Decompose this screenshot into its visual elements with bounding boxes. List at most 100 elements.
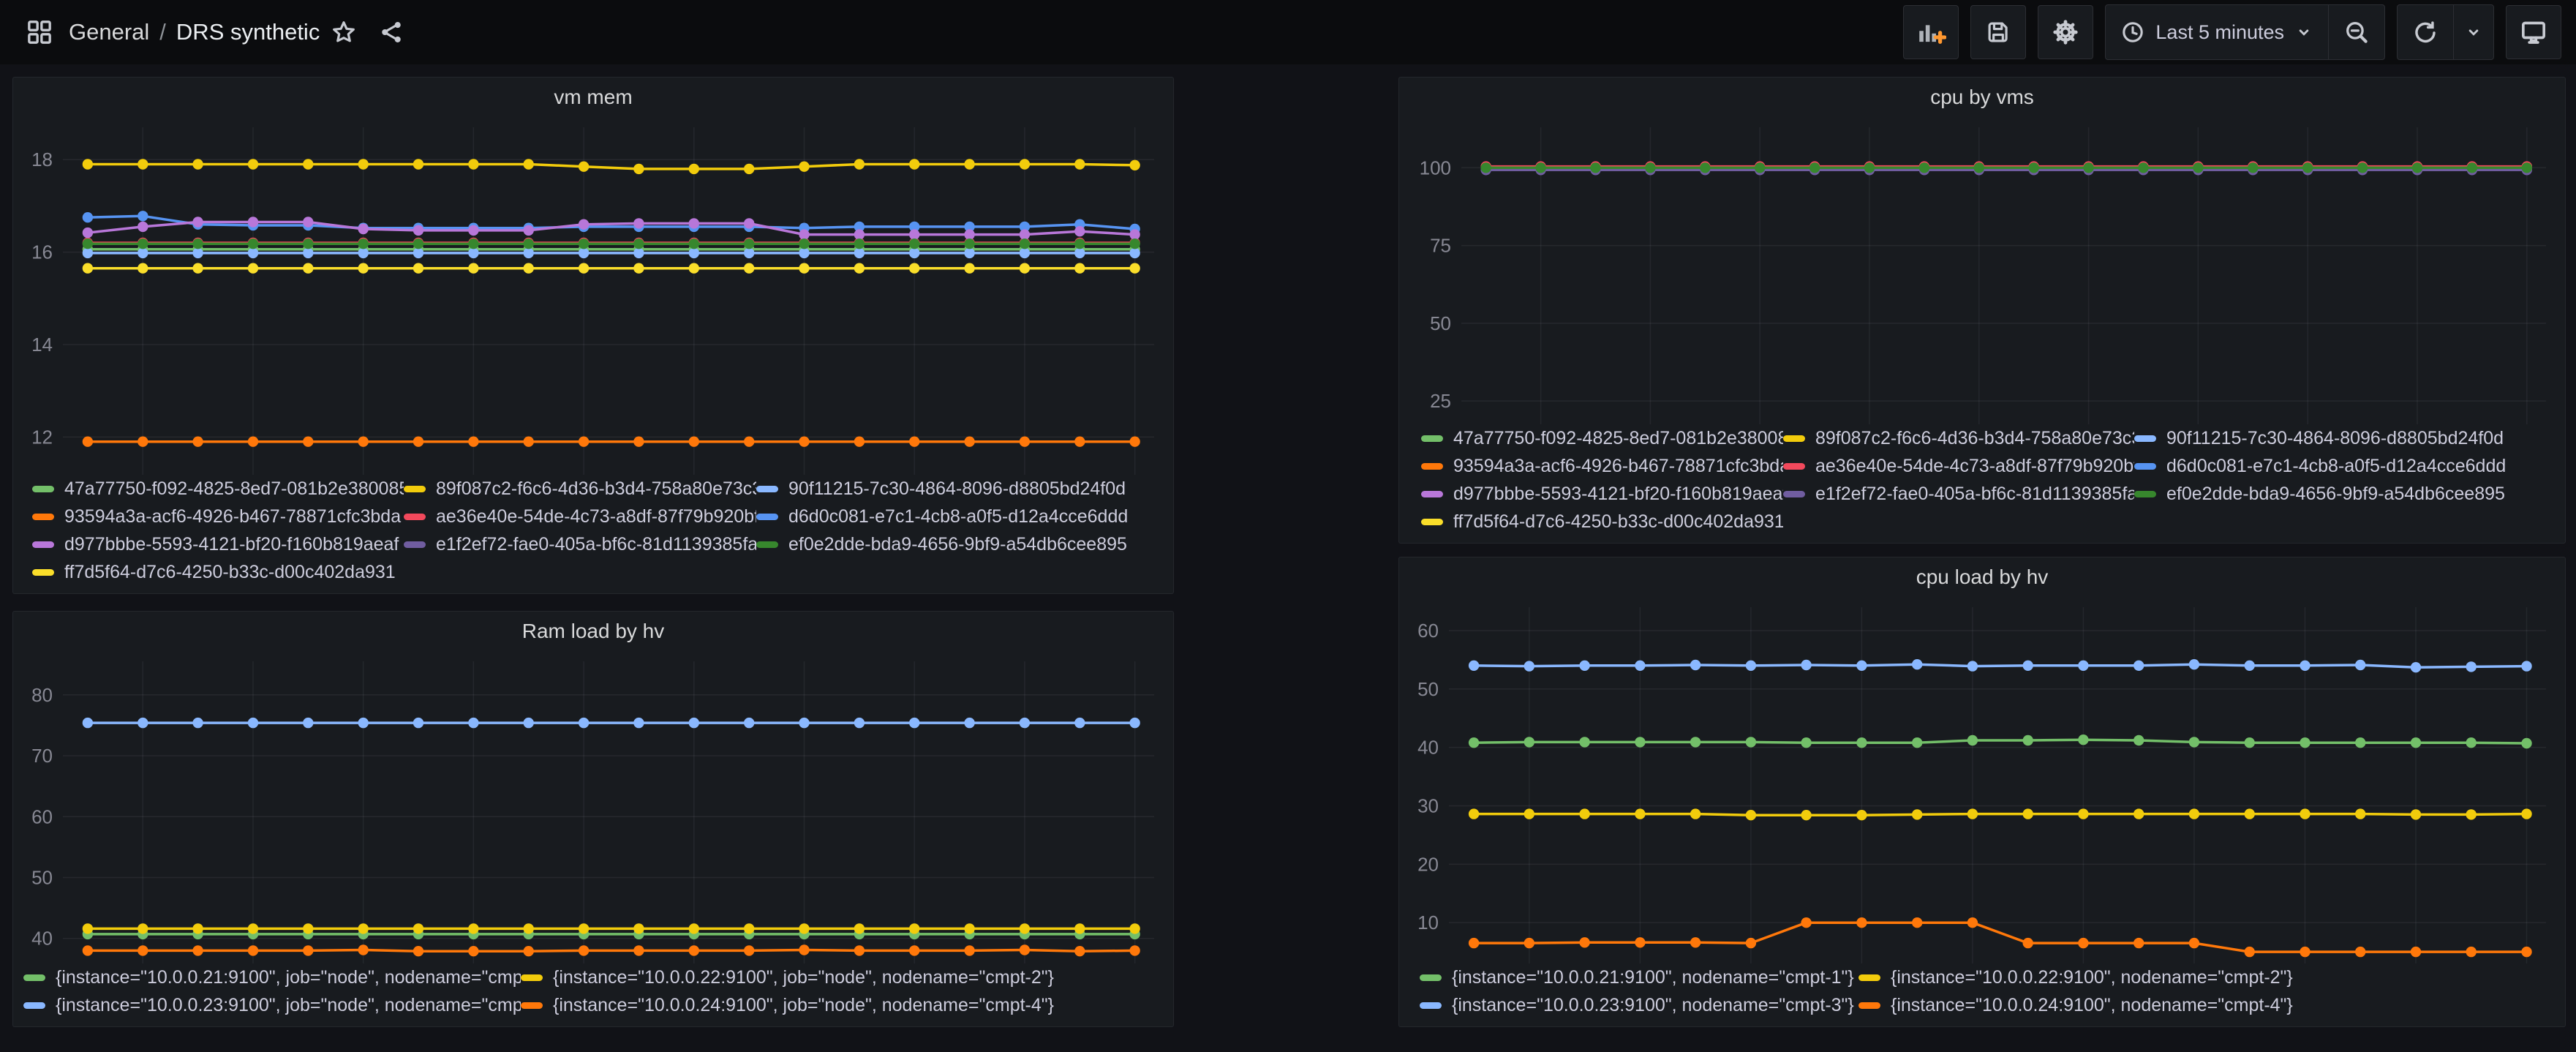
- chart-canvas[interactable]: 17:42:3017:43:0017:43:3017:44:0017:44:30…: [13, 651, 1173, 963]
- legend-item[interactable]: ae36e40e-54de-4c73-a8df-87f79b920bf0: [404, 503, 756, 530]
- legend-item[interactable]: {instance="10.0.0.21:9100", nodename="cm…: [1420, 963, 1858, 991]
- monitor-icon: [2519, 18, 2548, 47]
- series-color-swatch: [756, 486, 778, 492]
- apps-grid-icon: [25, 18, 54, 47]
- time-range-picker[interactable]: Last 5 minutes: [2106, 5, 2328, 59]
- breadcrumb: General / DRS synthetic: [69, 19, 320, 45]
- legend-item[interactable]: {instance="10.0.0.22:9100", job="node", …: [521, 963, 1173, 991]
- series-color-swatch: [404, 486, 426, 492]
- series-label: {instance="10.0.0.24:9100", nodename="cm…: [1891, 995, 2293, 1016]
- breadcrumb-folder[interactable]: General: [69, 19, 149, 45]
- refresh-interval-dropdown[interactable]: [2454, 5, 2493, 59]
- panel-title[interactable]: cpu by vms: [1399, 78, 2565, 117]
- series-label: ef0e2dde-bda9-4656-9bf9-a54db6cee895: [788, 534, 1127, 555]
- legend-item[interactable]: {instance="10.0.0.24:9100", nodename="cm…: [1858, 991, 2565, 1019]
- series-color-swatch: [32, 569, 54, 576]
- series-color-swatch: [1420, 974, 1442, 981]
- legend-item[interactable]: d977bbbe-5593-4121-bf20-f160b819aeaf: [32, 530, 404, 558]
- series-line: [88, 165, 1135, 169]
- series-label: ff7d5f64-d7c6-4250-b33c-d00c402da931: [1453, 511, 1783, 533]
- legend-item[interactable]: 93594a3a-acf6-4926-b467-78871cfc3bda: [32, 503, 404, 530]
- legend-item[interactable]: 47a77750-f092-4825-8ed7-081b2e380085: [32, 475, 404, 503]
- chart-canvas[interactable]: 17:42:3017:43:0017:43:3017:44:0017:44:30…: [1399, 117, 2565, 424]
- legend-item[interactable]: 89f087c2-f6c6-4d36-b3d4-758a80e73c3a: [404, 475, 756, 503]
- svg-text:16: 16: [31, 241, 53, 263]
- zoom-out-time-button[interactable]: [2329, 5, 2384, 59]
- series-color-swatch: [756, 541, 778, 548]
- legend-item[interactable]: 90f11215-7c30-4864-8096-d8805bd24f0d: [2134, 424, 2565, 452]
- legend-item[interactable]: 90f11215-7c30-4864-8096-d8805bd24f0d: [756, 475, 1173, 503]
- panel-cpu-load-by-hv: cpu load by hv 17:42:3017:43:0017:43:301…: [1398, 557, 2566, 1027]
- series-label: d6d0c081-e7c1-4cb8-a0f5-d12a4cce6ddd: [2166, 456, 2506, 477]
- series-label: 90f11215-7c30-4864-8096-d8805bd24f0d: [788, 478, 1126, 500]
- chart-canvas[interactable]: 17:42:3017:43:0017:43:3017:44:0017:44:30…: [1399, 597, 2565, 963]
- share-dashboard-button[interactable]: [368, 6, 415, 59]
- legend-item[interactable]: 93594a3a-acf6-4926-b467-78871cfc3bda: [1421, 452, 1783, 480]
- legend-item[interactable]: {instance="10.0.0.21:9100", job="node", …: [23, 963, 521, 991]
- legend-item[interactable]: e1f2ef72-fae0-405a-bf6c-81d1139385fa: [404, 530, 756, 558]
- cpu-load-by-hv-chart[interactable]: 17:42:3017:43:0017:43:3017:44:0017:44:30…: [1399, 597, 2565, 963]
- legend-item[interactable]: ff7d5f64-d7c6-4250-b33c-d00c402da931: [1421, 508, 1783, 536]
- ram-load-by-hv-chart[interactable]: 17:42:3017:43:0017:43:3017:44:0017:44:30…: [13, 651, 1173, 963]
- refresh-icon: [2412, 19, 2438, 45]
- series-color-swatch: [1421, 463, 1443, 470]
- series-label: {instance="10.0.0.24:9100", job="node", …: [553, 995, 1054, 1016]
- series-label: {instance="10.0.0.21:9100", job="node", …: [56, 967, 521, 988]
- svg-text:20: 20: [1417, 853, 1439, 875]
- panel-title[interactable]: vm mem: [13, 78, 1173, 117]
- svg-text:18: 18: [31, 149, 53, 170]
- star-icon: [330, 18, 358, 46]
- svg-text:12: 12: [31, 426, 53, 448]
- legend: 47a77750-f092-4825-8ed7-081b2e380085 89f0…: [1399, 424, 2565, 543]
- series-color-swatch: [1783, 435, 1805, 442]
- series-label: 89f087c2-f6c6-4d36-b3d4-758a80e73c3a: [1815, 428, 2134, 449]
- legend-item[interactable]: {instance="10.0.0.24:9100", job="node", …: [521, 991, 1173, 1019]
- series-color-swatch: [1858, 974, 1880, 981]
- vm-mem-chart[interactable]: 17:42:3017:43:0017:43:3017:44:0017:44:30…: [13, 117, 1173, 475]
- series-color-swatch: [404, 541, 426, 548]
- panel-title[interactable]: cpu load by hv: [1399, 557, 2565, 597]
- legend-item[interactable]: {instance="10.0.0.23:9100", nodename="cm…: [1420, 991, 1858, 1019]
- apps-grid-button[interactable]: [15, 6, 64, 59]
- series-color-swatch: [404, 514, 426, 520]
- legend-item[interactable]: 47a77750-f092-4825-8ed7-081b2e380085: [1421, 424, 1783, 452]
- legend-item[interactable]: {instance="10.0.0.22:9100", nodename="cm…: [1858, 963, 2565, 991]
- series-color-swatch: [2134, 491, 2156, 497]
- panel-title[interactable]: Ram load by hv: [13, 612, 1173, 651]
- add-panel-icon: [1916, 17, 1946, 48]
- series-label: 93594a3a-acf6-4926-b467-78871cfc3bda: [1453, 456, 1783, 477]
- series-color-swatch: [756, 514, 778, 520]
- breadcrumb-dashboard-title[interactable]: DRS synthetic: [176, 19, 320, 45]
- legend-item[interactable]: {instance="10.0.0.23:9100", job="node", …: [23, 991, 521, 1019]
- refresh-dashboard-button[interactable]: [2398, 5, 2453, 59]
- series-label: d6d0c081-e7c1-4cb8-a0f5-d12a4cce6ddd: [788, 506, 1128, 527]
- legend-item[interactable]: d6d0c081-e7c1-4cb8-a0f5-d12a4cce6ddd: [2134, 452, 2565, 480]
- svg-text:80: 80: [31, 684, 53, 706]
- legend-item[interactable]: 89f087c2-f6c6-4d36-b3d4-758a80e73c3a: [1783, 424, 2134, 452]
- save-dashboard-button[interactable]: [1970, 5, 2026, 59]
- legend-item[interactable]: e1f2ef72-fae0-405a-bf6c-81d1139385fa: [1783, 480, 2134, 508]
- series-color-swatch: [2134, 435, 2156, 442]
- legend-item[interactable]: d6d0c081-e7c1-4cb8-a0f5-d12a4cce6ddd: [756, 503, 1173, 530]
- add-panel-button[interactable]: [1903, 5, 1959, 59]
- series-label: 89f087c2-f6c6-4d36-b3d4-758a80e73c3a: [436, 478, 756, 500]
- legend-item[interactable]: ae36e40e-54de-4c73-a8df-87f79b920bf0: [1783, 452, 2134, 480]
- legend-item[interactable]: ef0e2dde-bda9-4656-9bf9-a54db6cee895: [2134, 480, 2565, 508]
- panel-cpu-by-vms: cpu by vms 17:42:3017:43:0017:43:3017:44…: [1398, 77, 2566, 544]
- series-label: ae36e40e-54de-4c73-a8df-87f79b920bf0: [1815, 456, 2134, 477]
- series-label: ef0e2dde-bda9-4656-9bf9-a54db6cee895: [2166, 484, 2505, 505]
- svg-text:14: 14: [31, 334, 53, 356]
- series-label: {instance="10.0.0.22:9100", job="node", …: [553, 967, 1054, 988]
- series-color-swatch: [32, 541, 54, 548]
- dashboard-settings-button[interactable]: [2038, 5, 2093, 59]
- series-label: 90f11215-7c30-4864-8096-d8805bd24f0d: [2166, 428, 2504, 449]
- series-label: d977bbbe-5593-4121-bf20-f160b819aeaf: [1453, 484, 1783, 505]
- chart-canvas[interactable]: 17:42:3017:43:0017:43:3017:44:0017:44:30…: [13, 117, 1173, 475]
- legend-item[interactable]: ef0e2dde-bda9-4656-9bf9-a54db6cee895: [756, 530, 1173, 558]
- legend-item[interactable]: d977bbbe-5593-4121-bf20-f160b819aeaf: [1421, 480, 1783, 508]
- cycle-view-mode-button[interactable]: [2506, 5, 2561, 59]
- cpu-by-vms-chart[interactable]: 17:42:3017:43:0017:43:3017:44:0017:44:30…: [1399, 117, 2565, 424]
- series-color-swatch: [1858, 1002, 1880, 1009]
- legend-item[interactable]: ff7d5f64-d7c6-4250-b33c-d00c402da931: [32, 558, 404, 586]
- star-dashboard-button[interactable]: [320, 6, 368, 59]
